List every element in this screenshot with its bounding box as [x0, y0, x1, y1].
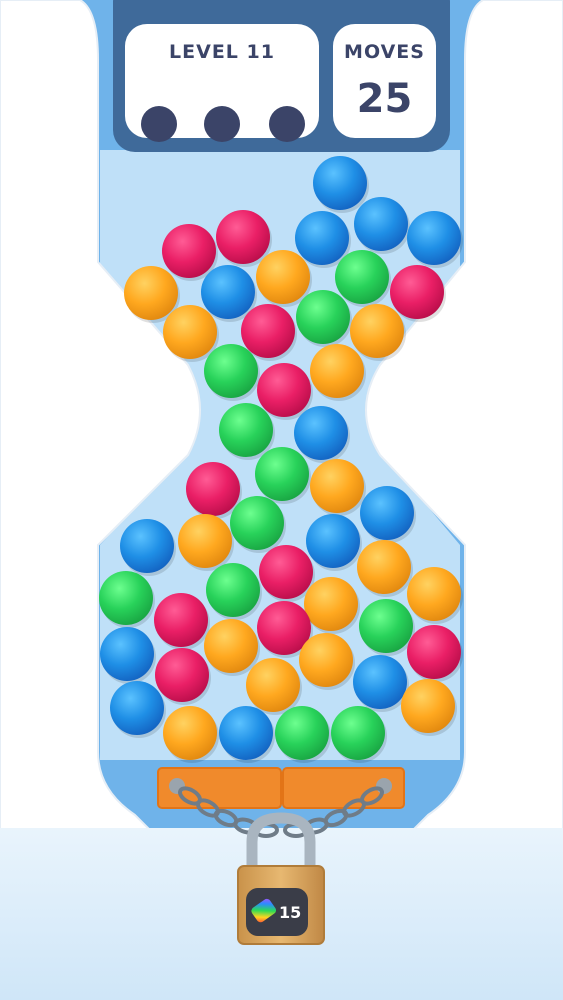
moves-label: MOVES [344, 41, 425, 63]
level-progress-dot-2 [204, 106, 240, 142]
level-progress-dot-1 [141, 106, 177, 142]
lock-count: 15 [279, 903, 302, 922]
gate-bolt-left [169, 778, 185, 794]
level-card: LEVEL 11 [125, 24, 319, 142]
moves-card: MOVES 25 [333, 24, 436, 138]
level-label: LEVEL 11 [169, 41, 275, 63]
gate-bolt-right [376, 778, 392, 794]
moves-count: 25 [356, 76, 413, 122]
level-progress-dot-3 [269, 106, 305, 142]
game-scene [0, 0, 563, 1000]
